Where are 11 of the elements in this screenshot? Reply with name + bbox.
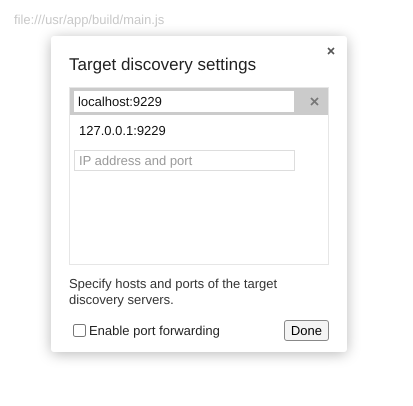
description-text: Specify hosts and ports of the target discovery servers. — [69, 276, 278, 308]
address-input-field[interactable]: IP address and port — [74, 150, 295, 171]
host-input-field[interactable]: localhost:9229 — [74, 91, 294, 112]
dialog-title: Target discovery settings — [69, 55, 258, 75]
checkbox-label: Enable port forwarding — [89, 323, 220, 338]
list-row[interactable]: localhost:9229 — [70, 88, 328, 115]
list-item[interactable]: 127.0.0.1:9229 — [70, 115, 328, 145]
done-button[interactable]: Done — [284, 320, 329, 341]
remove-icon[interactable] — [310, 97, 319, 106]
checkbox[interactable] — [73, 324, 86, 337]
close-icon[interactable] — [325, 45, 337, 57]
